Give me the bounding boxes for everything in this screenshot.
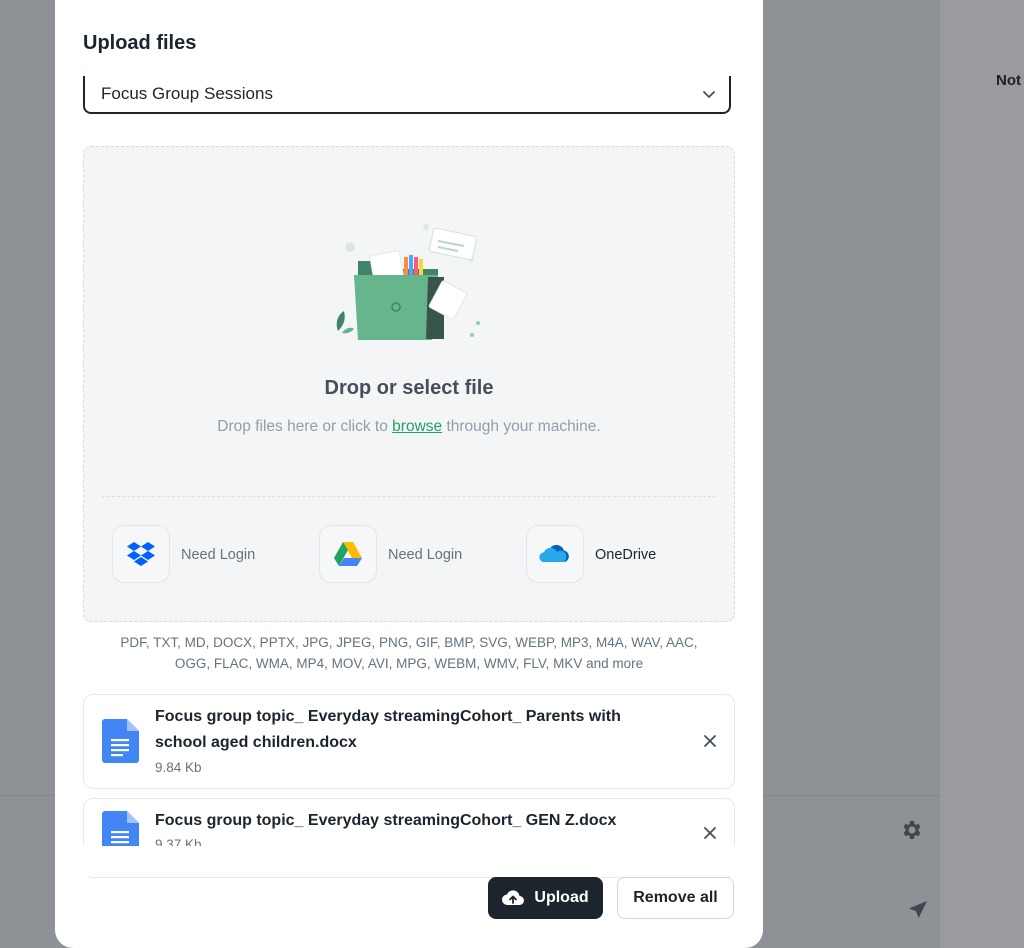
google-drive-icon-tile [319,525,377,583]
dropzone-title: Drop or select file [324,377,494,399]
browse-link[interactable]: browse [392,418,442,435]
cloud-upload-icon [502,890,525,906]
send-icon[interactable] [906,898,930,922]
google-drive-icon [334,542,362,566]
folder-select[interactable]: Focus Group Sessions [83,76,731,114]
background-partial-text: Not [996,72,1021,89]
folder-illustration-icon [336,224,480,340]
upload-button[interactable]: Upload [488,877,603,919]
upload-files-modal: Upload files Focus Group Sessions Drop o… [55,0,763,948]
remove-all-button[interactable]: Remove all [617,877,734,919]
dropzone-subtitle: Drop files here or click to browse throu… [84,418,734,436]
onedrive-icon [539,544,569,562]
folder-select-value: Focus Group Sessions [101,84,273,103]
supported-formats: PDF, TXT, MD, DOCX, PPTX, JPG, JPEG, PNG… [83,632,735,674]
dropbox-provider-label: Need Login [181,547,256,563]
chevron-down-icon [703,91,715,98]
background-right-panel [940,0,1024,948]
onedrive-icon-tile [526,525,584,583]
gear-icon[interactable] [899,818,923,842]
modal-title: Upload files [83,32,197,54]
close-icon[interactable] [702,825,718,841]
dropbox-icon [127,542,155,566]
supported-formats-line-1: PDF, TXT, MD, DOCX, PPTX, JPG, JPEG, PNG… [120,635,698,650]
google-drive-provider-label: Need Login [388,547,463,563]
upload-button-label: Upload [534,889,589,906]
remove-all-button-label: Remove all [633,889,718,906]
close-icon[interactable] [702,733,718,749]
dropzone-subtitle-end: through your machine. [442,418,601,435]
file-size: 9.84 Kb [155,760,202,775]
dropzone-divider [102,496,716,497]
google-docs-file-icon [102,719,139,763]
dropbox-icon-tile [112,525,170,583]
file-list-item: Focus group topic_ Everyday streamingCoh… [83,694,735,789]
file-name: Focus group topic_ Everyday streamingCoh… [155,812,617,829]
file-name: Focus group topic_ Everyday streamingCoh… [155,708,621,751]
onedrive-provider-label: OneDrive [595,547,657,563]
dropzone-subtitle-start: Drop files here or click to [217,418,393,435]
supported-formats-line-2: OGG, FLAC, WMA, MP4, MOV, AVI, MPG, WEBM… [174,656,644,671]
file-list-scroll-mask [55,846,763,876]
file-dropzone[interactable]: Drop or select file Drop files here or c… [83,146,735,622]
